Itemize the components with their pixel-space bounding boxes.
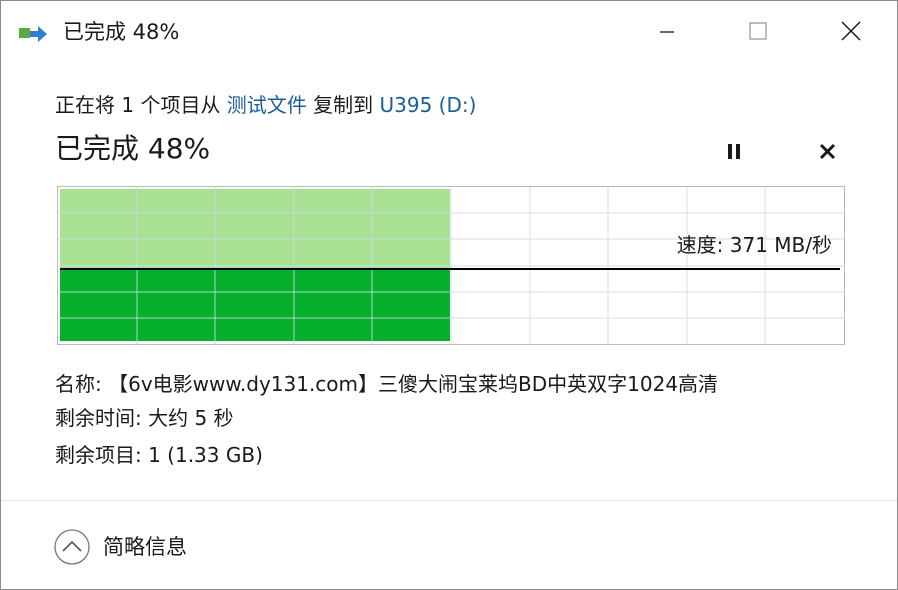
minimize-icon [660, 31, 674, 33]
operation-description: 正在将 1 个项目从 测试文件 复制到 U395 (D:) [55, 91, 476, 119]
speed-label: 速度: 371 MB/秒 [676, 233, 832, 257]
cancel-x-icon [819, 143, 836, 160]
speed-graph: 速度: 371 MB/秒 [57, 186, 845, 345]
cancel-button[interactable] [811, 136, 845, 168]
close-icon [841, 21, 861, 41]
destination-drive-link[interactable]: U395 (D:) [380, 93, 477, 117]
speed-history-area [60, 189, 450, 269]
fewer-details-label: 简略信息 [103, 535, 187, 559]
copy-arrow-icon [19, 25, 49, 45]
title-bar[interactable]: 已完成 48% [1, 1, 897, 63]
progress-title: 已完成 48% [55, 132, 211, 165]
progress-fill-bar [60, 269, 450, 341]
window-title: 已完成 48% [63, 20, 180, 44]
chevron-up-circle-icon [54, 529, 90, 565]
items-remaining-line: 剩余项目: 1 (1.33 GB) [55, 443, 263, 467]
file-copy-dialog: 已完成 48% 正在将 1 个项目从 测试文件 复制到 U395 (D:) 已完… [0, 0, 898, 590]
maximize-button[interactable] [713, 1, 803, 63]
operation-middle: 复制到 [306, 93, 380, 117]
speed-graph-canvas [58, 187, 844, 344]
footer-divider [1, 500, 897, 501]
close-button[interactable] [806, 1, 896, 63]
minimize-button[interactable] [627, 1, 717, 63]
maximize-icon [749, 22, 767, 40]
pause-button[interactable] [717, 136, 751, 168]
file-name-line: 名称: 【6v电影www.dy131.com】三傻大闹宝莱坞BD中英双字1024… [55, 372, 719, 396]
time-remaining-line: 剩余时间: 大约 5 秒 [55, 406, 234, 430]
source-folder-link[interactable]: 测试文件 [227, 93, 307, 117]
operation-prefix: 正在将 1 个项目从 [55, 93, 227, 117]
pause-icon [728, 144, 740, 159]
